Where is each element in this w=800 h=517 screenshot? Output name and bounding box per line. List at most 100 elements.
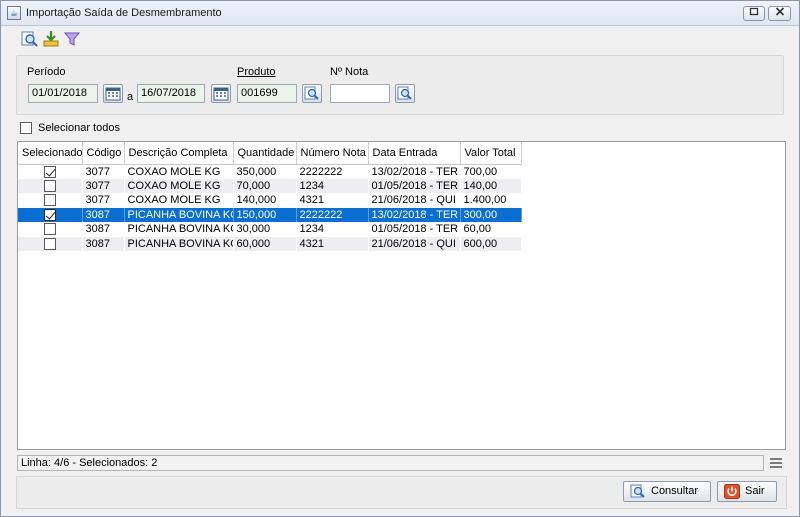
filter-toolbar-button[interactable] xyxy=(63,30,81,48)
menu-lines-icon xyxy=(770,458,782,468)
produto-search-button[interactable] xyxy=(302,84,322,103)
nota-field[interactable] xyxy=(330,84,390,103)
restore-button[interactable] xyxy=(743,6,765,21)
row-checkbox[interactable] xyxy=(43,208,56,221)
table-row[interactable]: 3087 PICANHA BOVINA KG 30,000 1234 01/05/201… xyxy=(18,222,522,237)
app-window: ☕ Importação Saída de Desmembramento Per… xyxy=(0,0,800,517)
nota-cell: 1234 xyxy=(296,222,369,237)
produto-field[interactable]: 001699 xyxy=(237,84,297,103)
download-icon xyxy=(43,31,59,47)
codigo-cell: 3087 xyxy=(82,207,125,222)
descricao-cell: PICANHA BOVINA KG xyxy=(124,236,234,251)
filter-panel: Período 01/01/2018 a 16/07/2018 Produto xyxy=(16,55,784,115)
descricao-cell: COXAO MOLE KG xyxy=(124,164,234,179)
codigo-cell: 3087 xyxy=(82,222,125,237)
date-to-picker-button[interactable] xyxy=(211,84,231,103)
column-header[interactable]: Valor Total xyxy=(460,142,522,165)
search-icon xyxy=(21,31,38,47)
sair-label: Sair xyxy=(745,485,765,497)
selecionado-cell[interactable] xyxy=(18,236,83,251)
descricao-cell: COXAO MOLE KG xyxy=(124,178,234,193)
search-icon xyxy=(397,86,412,100)
column-header[interactable]: Descrição Completa xyxy=(124,142,234,165)
column-header[interactable]: Selecionado xyxy=(18,142,83,165)
valor-cell: 700,00 xyxy=(460,164,522,179)
client-area: Período 01/01/2018 a 16/07/2018 Produto xyxy=(5,27,795,514)
valor-cell: 600,00 xyxy=(460,236,522,251)
codigo-cell: 3087 xyxy=(82,236,125,251)
import-toolbar-button[interactable] xyxy=(42,30,60,48)
row-checkbox[interactable] xyxy=(43,165,56,178)
descricao-cell: PICANHA BOVINA KG xyxy=(124,222,234,237)
quantidade-cell: 140,000 xyxy=(233,193,297,208)
row-checkbox[interactable] xyxy=(43,223,56,236)
quantidade-cell: 350,000 xyxy=(233,164,297,179)
selecionado-cell[interactable] xyxy=(18,164,83,179)
nota-cell: 4321 xyxy=(296,236,369,251)
date-from-picker-button[interactable] xyxy=(103,84,123,103)
search-icon xyxy=(630,484,645,498)
select-all-checkbox[interactable]: Selecionar todos xyxy=(20,122,120,135)
calendar-icon xyxy=(105,87,121,101)
close-button[interactable] xyxy=(768,6,791,21)
valor-cell: 300,00 xyxy=(460,207,522,222)
data-cell: 13/02/2018 - TER xyxy=(368,207,461,222)
table-row[interactable]: 3077 COXAO MOLE KG 70,000 1234 01/05/2018 - … xyxy=(18,178,522,193)
search-toolbar-button[interactable] xyxy=(21,30,39,48)
filter-icon xyxy=(63,32,81,46)
descricao-cell: COXAO MOLE KG xyxy=(124,193,234,208)
window-title: Importação Saída de Desmembramento xyxy=(26,7,222,19)
produto-label: Produto xyxy=(237,66,276,78)
descricao-cell: PICANHA BOVINA KG xyxy=(124,207,234,222)
date-from-field[interactable]: 01/01/2018 xyxy=(28,84,98,103)
date-separator: a xyxy=(127,91,134,103)
row-checkbox[interactable] xyxy=(43,237,56,250)
table-row[interactable]: 3077 COXAO MOLE KG 140,000 4321 21/06/2018 -… xyxy=(18,193,522,208)
checkbox-box[interactable] xyxy=(20,122,32,135)
column-header[interactable]: Número Nota xyxy=(296,142,369,165)
valor-cell: 60,00 xyxy=(460,222,522,237)
search-icon xyxy=(304,86,319,100)
select-all-label: Selecionar todos xyxy=(38,122,120,134)
menu-button[interactable] xyxy=(769,457,783,469)
selecionado-cell[interactable] xyxy=(18,193,83,208)
results-table-body: Selecionado Código Descrição Completa Quant… xyxy=(18,142,522,251)
data-cell: 21/06/2018 - QUI xyxy=(368,236,461,251)
column-header[interactable]: Quantidade xyxy=(233,142,297,165)
status-bar: Linha: 4/6 - Selecionados: 2 xyxy=(17,455,764,471)
selecionado-cell[interactable] xyxy=(18,178,83,193)
nota-cell: 2222222 xyxy=(296,164,369,179)
consultar-label: Consultar xyxy=(651,485,699,497)
data-cell: 13/02/2018 - TER xyxy=(368,164,461,179)
calendar-icon xyxy=(213,87,229,101)
data-cell: 01/05/2018 - TER xyxy=(368,178,461,193)
row-checkbox[interactable] xyxy=(43,194,56,207)
java-app-icon: ☕ xyxy=(7,6,21,20)
column-header[interactable]: Código xyxy=(82,142,125,165)
restore-icon xyxy=(749,7,759,16)
selecionado-cell[interactable] xyxy=(18,207,83,222)
quantidade-cell: 150,000 xyxy=(233,207,297,222)
selecionado-cell[interactable] xyxy=(18,222,83,237)
consultar-button[interactable]: Consultar xyxy=(623,481,711,502)
sair-button[interactable]: Sair xyxy=(717,481,777,502)
table-row[interactable]: 3087 PICANHA BOVINA KG 60,000 4321 21/06/201… xyxy=(18,236,522,251)
date-to-field[interactable]: 16/07/2018 xyxy=(137,84,205,103)
quantidade-cell: 70,000 xyxy=(233,178,297,193)
quantidade-cell: 60,000 xyxy=(233,236,297,251)
valor-cell: 1.400,00 xyxy=(460,193,522,208)
nota-cell: 4321 xyxy=(296,193,369,208)
quantidade-cell: 30,000 xyxy=(233,222,297,237)
nota-cell: 2222222 xyxy=(296,207,369,222)
valor-cell: 140,00 xyxy=(460,178,522,193)
column-header[interactable]: Data Entrada xyxy=(368,142,461,165)
table-header-row: Selecionado Código Descrição Completa Quant… xyxy=(18,142,522,165)
results-table: Selecionado Código Descrição Completa Quant… xyxy=(17,141,786,450)
table-row[interactable]: 3077 COXAO MOLE KG 350,000 2222222 13/02/201… xyxy=(18,164,522,179)
power-icon xyxy=(724,484,740,499)
close-icon xyxy=(775,7,784,16)
nota-search-button[interactable] xyxy=(395,84,415,103)
table-row[interactable]: 3087 PICANHA BOVINA KG 150,000 2222222 13/02… xyxy=(18,207,522,222)
codigo-cell: 3077 xyxy=(82,164,125,179)
row-checkbox[interactable] xyxy=(43,179,56,192)
